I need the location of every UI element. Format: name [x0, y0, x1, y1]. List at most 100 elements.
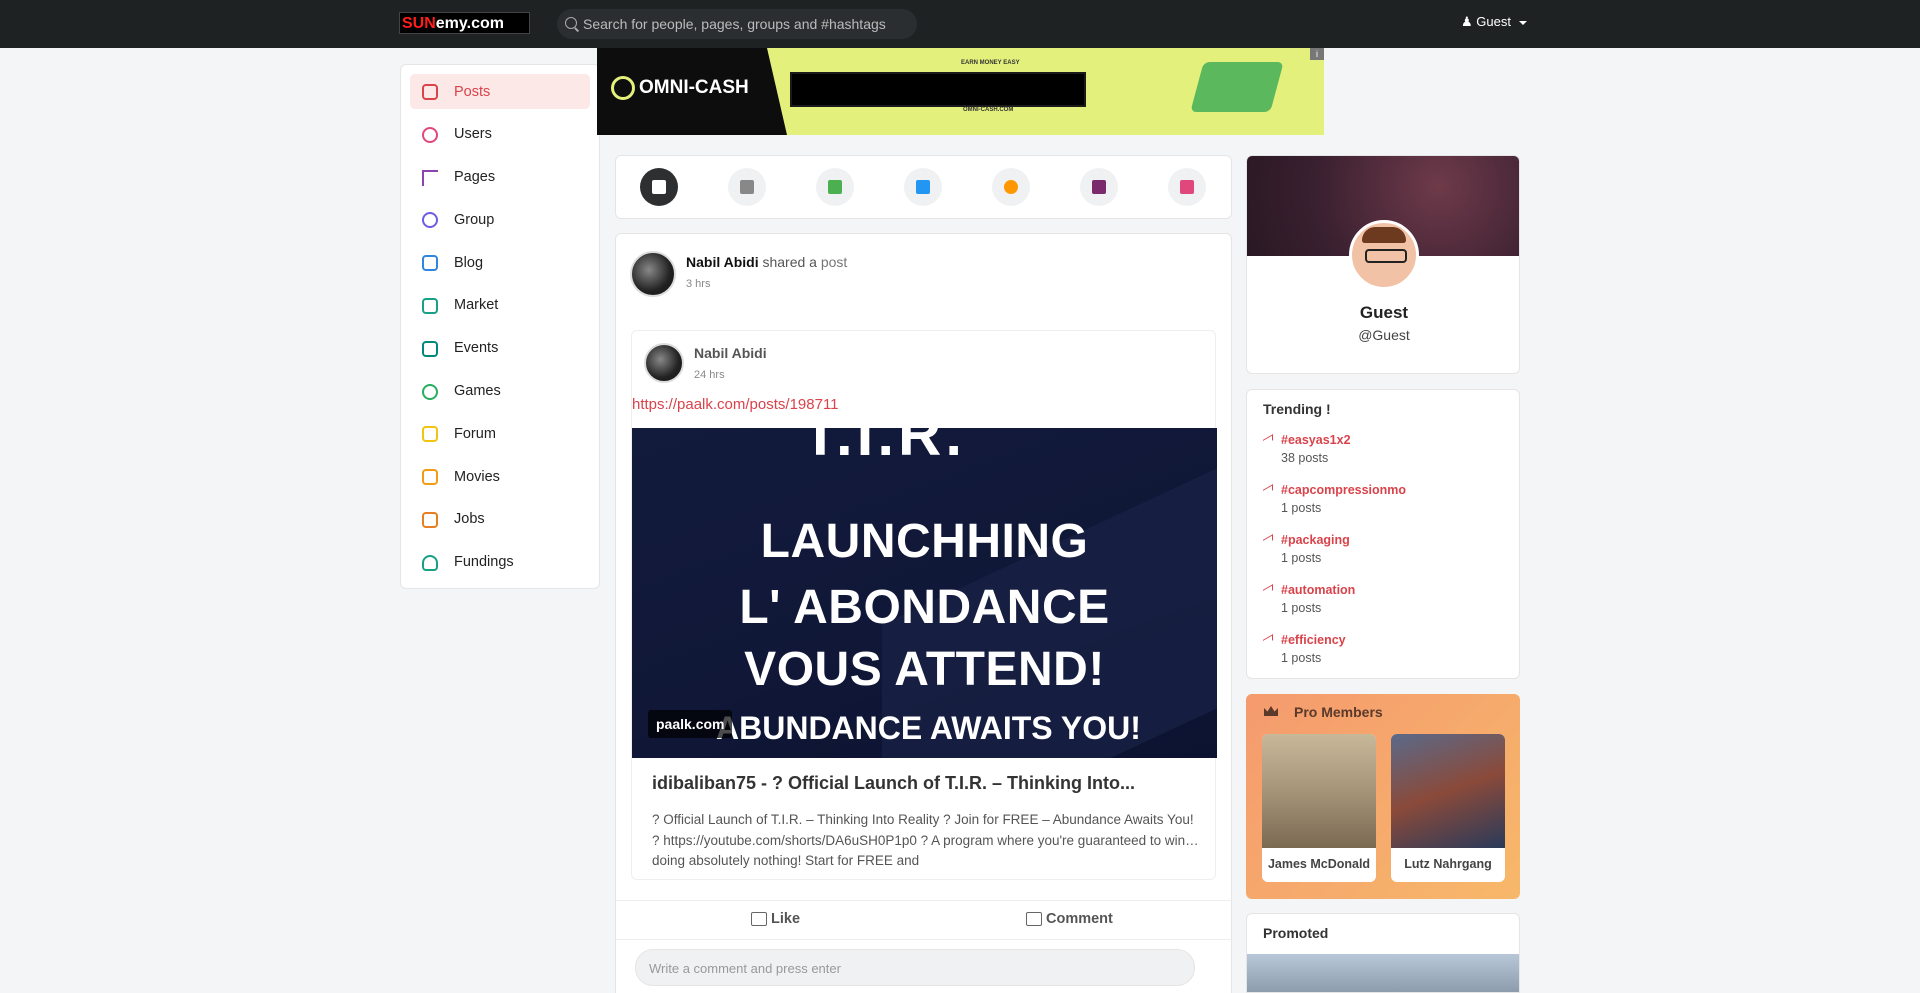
film-icon — [422, 469, 438, 486]
author-name[interactable]: Nabil Abidi — [686, 254, 759, 270]
user-menu[interactable]: ♟ Guest — [1461, 14, 1527, 30]
trend-icon — [1263, 584, 1273, 596]
pro-member-name: James McDonald — [1267, 857, 1371, 871]
search-icon — [565, 17, 577, 29]
sidebar-item-group[interactable]: Group — [410, 202, 590, 237]
pro-member-card[interactable]: James McDonald — [1262, 734, 1376, 882]
post-link[interactable]: https://paalk.com/posts/198711 — [632, 396, 839, 413]
shared-text: shared a — [762, 254, 817, 270]
music-icon — [1004, 180, 1018, 194]
ad-tagline: EARN MONEY EASY — [961, 60, 1020, 66]
group-icon — [422, 212, 438, 229]
thumbs-up-icon — [751, 912, 767, 927]
pro-member-photo — [1262, 734, 1376, 848]
promoted-image[interactable] — [1247, 954, 1519, 992]
pro-members-title: Pro Members — [1294, 704, 1383, 720]
map-icon — [1180, 180, 1194, 194]
sidebar-item-games[interactable]: Games — [410, 374, 590, 409]
ad-info-badge[interactable]: i — [1310, 48, 1324, 60]
ad-url: OMNI-CASH.COM — [963, 107, 1014, 113]
sidebar-item-pages[interactable]: Pages — [410, 160, 590, 195]
composer-status-button[interactable] — [728, 168, 766, 206]
sidebar-item-blog[interactable]: Blog — [410, 245, 590, 280]
search-input[interactable]: Search for people, pages, groups and #ha… — [557, 9, 917, 39]
composer-text-button[interactable] — [640, 168, 678, 206]
sidebar-item-movies[interactable]: Movies — [410, 459, 590, 494]
calendar-icon — [422, 340, 438, 357]
user-icon: ♟ — [1461, 14, 1473, 29]
shared-author-name[interactable]: Nabil Abidi — [694, 345, 767, 361]
file-icon — [1092, 180, 1106, 194]
trending-widget: Trending ! #easyas1x2 38 posts #capcompre… — [1246, 389, 1520, 679]
composer-file-button[interactable] — [1080, 168, 1118, 206]
sidebar-item-forum[interactable]: Forum — [410, 416, 590, 451]
money-icon — [1190, 62, 1284, 112]
ad-redacted-box — [790, 72, 1086, 107]
trend-icon — [1263, 484, 1273, 496]
composer-video-button[interactable] — [904, 168, 942, 206]
link-preview-description: ? Official Launch of T.I.R. – Thinking I… — [652, 812, 1199, 868]
banner-line-1: LAUNCHHING — [760, 515, 1089, 568]
profile-avatar[interactable] — [1349, 220, 1419, 290]
composer-photo-button[interactable] — [816, 168, 854, 206]
pro-member-photo — [1391, 734, 1505, 848]
banner-subtitle: ABUNDANCE AWAITS YOU! — [716, 710, 1141, 746]
site-logo[interactable]: SUNemy.com — [399, 12, 530, 34]
post-timestamp[interactable]: 3 hrs — [686, 278, 710, 290]
link-preview-title[interactable]: idibaliban75 - ? Official Launch of T.I.… — [652, 773, 1135, 794]
link-domain-badge: paalk.com — [648, 710, 733, 738]
ad-brand: OMNI-CASH — [611, 76, 749, 100]
ad-banner[interactable]: OMNI-CASH EARN MONEY EASY OMNI-CASH.COM … — [597, 48, 1324, 135]
author-avatar[interactable] — [630, 251, 676, 297]
fundings-icon — [422, 554, 438, 571]
banner-line-2: L' ABONDANCE — [739, 581, 1110, 634]
shared-timestamp[interactable]: 24 hrs — [694, 369, 725, 381]
sidebar-item-market[interactable]: Market — [410, 288, 590, 323]
caret-down-icon — [1518, 20, 1527, 25]
shared-post-link[interactable]: post — [821, 254, 847, 270]
text-post-icon — [652, 180, 666, 194]
sidebar-item-jobs[interactable]: Jobs — [410, 502, 590, 537]
shared-author-avatar[interactable] — [644, 343, 684, 383]
pro-members-widget: Pro Members James McDonald Lutz Nahrgang — [1246, 694, 1520, 899]
trend-icon — [1263, 434, 1273, 446]
trending-title: Trending ! — [1263, 401, 1331, 417]
pro-member-card[interactable]: Lutz Nahrgang — [1391, 734, 1505, 882]
profile-card: Guest @Guest — [1246, 155, 1520, 374]
like-button[interactable]: Like — [751, 911, 800, 927]
forum-icon — [422, 426, 438, 443]
composer-map-button[interactable] — [1168, 168, 1206, 206]
post-composer — [615, 155, 1232, 219]
top-navbar: SUNemy.com Search for people, pages, gro… — [0, 0, 1920, 48]
pro-member-name: Lutz Nahrgang — [1404, 857, 1492, 871]
cart-icon — [422, 297, 438, 314]
cursor-icon — [611, 76, 635, 100]
comment-button[interactable]: Comment — [1026, 911, 1113, 927]
trend-icon — [1263, 534, 1273, 546]
video-icon — [916, 180, 930, 194]
feed-post: Nabil Abidi shared a post 3 hrs Nabil Ab… — [615, 233, 1233, 993]
link-preview-image[interactable]: T.I.R. LAUNCHHING L' ABONDANCE VOUS ATTE… — [632, 428, 1217, 758]
sidebar-item-events[interactable]: Events — [410, 331, 590, 366]
composer-music-button[interactable] — [992, 168, 1030, 206]
status-icon — [740, 180, 754, 194]
photo-icon — [828, 180, 842, 194]
left-sidebar: Posts Users Pages Group Blog Market Even… — [400, 64, 600, 589]
banner-heading: T.I.R. — [802, 428, 967, 468]
flag-icon — [422, 169, 438, 186]
shared-post: Nabil Abidi 24 hrs https://paalk.com/pos… — [631, 330, 1217, 880]
posts-icon — [422, 84, 438, 100]
comment-icon — [1026, 912, 1042, 927]
sidebar-item-posts[interactable]: Posts — [410, 74, 590, 109]
gamepad-icon — [422, 383, 438, 400]
blog-icon — [422, 255, 438, 272]
sidebar-item-users[interactable]: Users — [410, 117, 590, 152]
banner-line-3: VOUS ATTEND! — [744, 643, 1105, 696]
promoted-title: Promoted — [1263, 925, 1329, 941]
comment-input[interactable]: Write a comment and press enter — [635, 949, 1195, 986]
post-actions: Like Comment — [616, 900, 1233, 940]
sidebar-item-fundings[interactable]: Fundings — [410, 545, 590, 580]
profile-name[interactable]: Guest — [1247, 303, 1519, 323]
trend-icon — [1263, 634, 1273, 646]
briefcase-icon — [422, 511, 438, 528]
